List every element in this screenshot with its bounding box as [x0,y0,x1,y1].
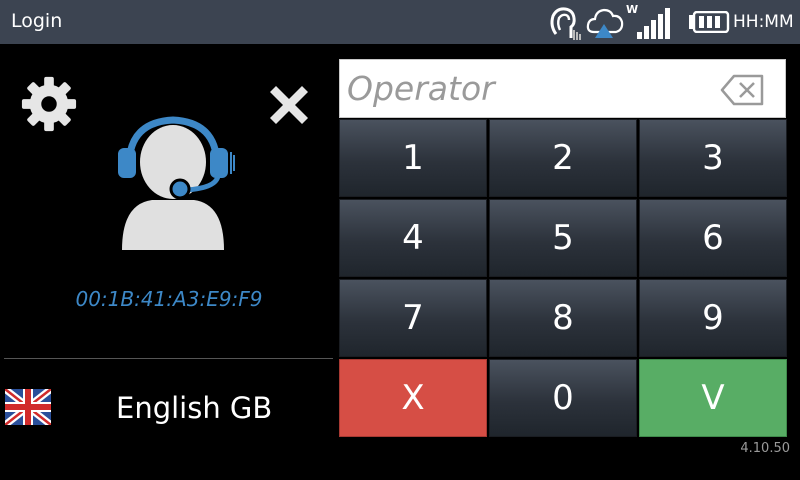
key-4[interactable]: 4 [339,199,487,277]
close-icon[interactable] [262,78,316,132]
status-bar: Login [0,0,800,44]
key-8[interactable]: 8 [489,279,637,357]
backspace-icon[interactable] [720,72,766,108]
key-7[interactable]: 7 [339,279,487,357]
key-2[interactable]: 2 [489,119,637,197]
key-9[interactable]: 9 [639,279,787,357]
battery-icon [689,11,730,33]
divider [4,358,333,359]
key-6[interactable]: 6 [639,199,787,277]
screen-title: Login [11,10,63,32]
operator-input[interactable]: Operator [339,59,786,118]
signal-strength-icon [637,8,670,39]
nfc-reader-icon [550,7,581,40]
clock: HH:MM [733,12,794,32]
confirm-button[interactable]: V [639,359,787,437]
device-mac-address: 00:1B:41:A3:E9:F9 [75,287,263,311]
operator-headset-icon [118,116,235,250]
key-5[interactable]: 5 [489,199,637,277]
language-selector[interactable]: English GB [116,391,272,425]
key-1[interactable]: 1 [339,119,487,197]
uk-flag-icon[interactable] [5,389,51,425]
cancel-button[interactable]: X [339,359,487,437]
cloud-upload-icon [586,8,624,38]
operator-input-placeholder: Operator [347,69,495,108]
settings-gear-icon[interactable] [20,75,78,133]
app-version: 4.10.50 [740,441,790,456]
key-3[interactable]: 3 [639,119,787,197]
key-0[interactable]: 0 [489,359,637,437]
